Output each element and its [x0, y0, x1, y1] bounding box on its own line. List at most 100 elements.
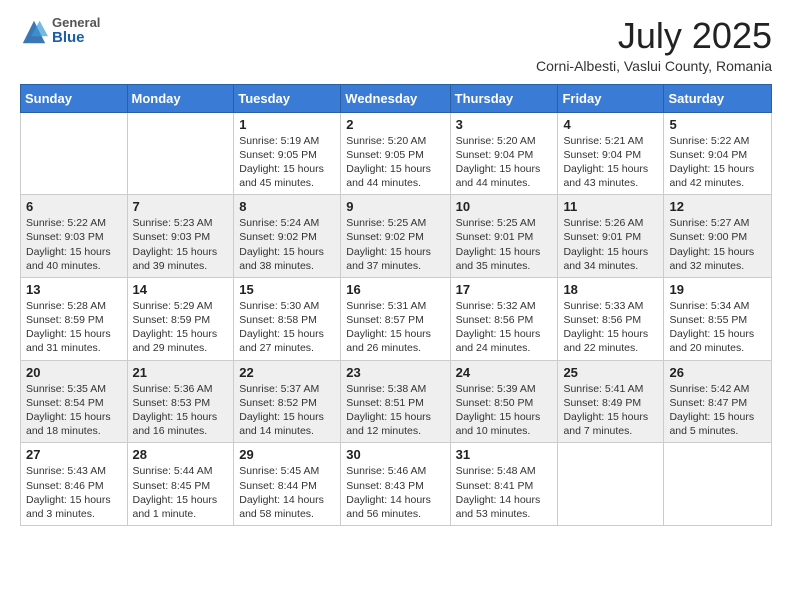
calendar-week-row: 27 Sunrise: 5:43 AM Sunset: 8:46 PM Dayli…	[21, 443, 772, 526]
day-number: 20	[26, 365, 122, 380]
cell-details: Sunrise: 5:28 AM Sunset: 8:59 PM Dayligh…	[26, 299, 122, 356]
cell-details: Sunrise: 5:23 AM Sunset: 9:03 PM Dayligh…	[133, 216, 229, 273]
day-number: 25	[563, 365, 658, 380]
cell-details: Sunrise: 5:41 AM Sunset: 8:49 PM Dayligh…	[563, 382, 658, 439]
calendar-cell: 15 Sunrise: 5:30 AM Sunset: 8:58 PM Dayli…	[234, 277, 341, 360]
calendar-cell: 14 Sunrise: 5:29 AM Sunset: 8:59 PM Dayli…	[127, 277, 234, 360]
day-number: 23	[346, 365, 444, 380]
cell-details: Sunrise: 5:31 AM Sunset: 8:57 PM Dayligh…	[346, 299, 444, 356]
calendar-cell: 19Sunrise: 5:34 AM Sunset: 8:55 PM Dayli…	[664, 277, 772, 360]
calendar-cell: 25 Sunrise: 5:41 AM Sunset: 8:49 PM Dayli…	[558, 360, 664, 443]
cell-details: Sunrise: 5:33 AM Sunset: 8:56 PM Dayligh…	[563, 299, 658, 356]
cell-details: Sunrise: 5:34 AM Sunset: 8:55 PM Dayligh…	[669, 299, 766, 356]
calendar-cell: 21Sunrise: 5:36 AM Sunset: 8:53 PM Dayli…	[127, 360, 234, 443]
calendar-cell: 20 Sunrise: 5:35 AM Sunset: 8:54 PM Dayli…	[21, 360, 128, 443]
cell-details: Sunrise: 5:25 AM Sunset: 9:02 PM Dayligh…	[346, 216, 444, 273]
day-number: 17	[456, 282, 553, 297]
calendar-cell: 4 Sunrise: 5:21 AM Sunset: 9:04 PM Daylig…	[558, 112, 664, 195]
cell-details: Sunrise: 5:22 AM Sunset: 9:03 PM Dayligh…	[26, 216, 122, 273]
cell-details: Sunrise: 5:25 AM Sunset: 9:01 PM Dayligh…	[456, 216, 553, 273]
cell-details: Sunrise: 5:21 AM Sunset: 9:04 PM Dayligh…	[563, 134, 658, 191]
cell-details: Sunrise: 5:45 AM Sunset: 8:44 PM Dayligh…	[239, 464, 335, 521]
cell-details: Sunrise: 5:46 AM Sunset: 8:43 PM Dayligh…	[346, 464, 444, 521]
cell-details: Sunrise: 5:20 AM Sunset: 9:05 PM Dayligh…	[346, 134, 444, 191]
day-number: 14	[133, 282, 229, 297]
col-wednesday: Wednesday	[341, 84, 450, 112]
calendar-cell: 18 Sunrise: 5:33 AM Sunset: 8:56 PM Dayli…	[558, 277, 664, 360]
calendar-week-row: 13 Sunrise: 5:28 AM Sunset: 8:59 PM Dayli…	[21, 277, 772, 360]
calendar-cell: 13 Sunrise: 5:28 AM Sunset: 8:59 PM Dayli…	[21, 277, 128, 360]
col-sunday: Sunday	[21, 84, 128, 112]
cell-details: Sunrise: 5:38 AM Sunset: 8:51 PM Dayligh…	[346, 382, 444, 439]
day-number: 29	[239, 447, 335, 462]
calendar-cell	[664, 443, 772, 526]
header: General Blue July 2025 Corni-Albesti, Va…	[20, 16, 772, 74]
day-number: 18	[563, 282, 658, 297]
day-number: 26	[669, 365, 766, 380]
day-number: 3	[456, 117, 553, 132]
cell-details: Sunrise: 5:24 AM Sunset: 9:02 PM Dayligh…	[239, 216, 335, 273]
day-number: 2	[346, 117, 444, 132]
calendar-cell: 7 Sunrise: 5:23 AM Sunset: 9:03 PM Daylig…	[127, 195, 234, 278]
day-number: 1	[239, 117, 335, 132]
calendar-week-row: 20 Sunrise: 5:35 AM Sunset: 8:54 PM Dayli…	[21, 360, 772, 443]
day-number: 24	[456, 365, 553, 380]
calendar-cell: 23 Sunrise: 5:38 AM Sunset: 8:51 PM Dayli…	[341, 360, 450, 443]
col-saturday: Saturday	[664, 84, 772, 112]
col-tuesday: Tuesday	[234, 84, 341, 112]
day-number: 31	[456, 447, 553, 462]
col-friday: Friday	[558, 84, 664, 112]
calendar-cell: 17 Sunrise: 5:32 AM Sunset: 8:56 PM Dayli…	[450, 277, 558, 360]
cell-details: Sunrise: 5:22 AM Sunset: 9:04 PM Dayligh…	[669, 134, 766, 191]
cell-details: Sunrise: 5:35 AM Sunset: 8:54 PM Dayligh…	[26, 382, 122, 439]
calendar-cell: 10 Sunrise: 5:25 AM Sunset: 9:01 PM Dayli…	[450, 195, 558, 278]
day-number: 15	[239, 282, 335, 297]
calendar-cell: 2 Sunrise: 5:20 AM Sunset: 9:05 PM Daylig…	[341, 112, 450, 195]
calendar-cell: 27 Sunrise: 5:43 AM Sunset: 8:46 PM Dayli…	[21, 443, 128, 526]
calendar-header-row: Sunday Monday Tuesday Wednesday Thursday…	[21, 84, 772, 112]
cell-details: Sunrise: 5:32 AM Sunset: 8:56 PM Dayligh…	[456, 299, 553, 356]
calendar-cell	[127, 112, 234, 195]
calendar-cell: 3Sunrise: 5:20 AM Sunset: 9:04 PM Daylig…	[450, 112, 558, 195]
logo-blue-text: Blue	[52, 30, 100, 47]
cell-details: Sunrise: 5:19 AM Sunset: 9:05 PM Dayligh…	[239, 134, 335, 191]
cell-details: Sunrise: 5:30 AM Sunset: 8:58 PM Dayligh…	[239, 299, 335, 356]
day-number: 22	[239, 365, 335, 380]
page: General Blue July 2025 Corni-Albesti, Va…	[0, 0, 792, 612]
calendar-cell: 29 Sunrise: 5:45 AM Sunset: 8:44 PM Dayli…	[234, 443, 341, 526]
day-number: 28	[133, 447, 229, 462]
cell-details: Sunrise: 5:48 AM Sunset: 8:41 PM Dayligh…	[456, 464, 553, 521]
day-number: 8	[239, 199, 335, 214]
cell-details: Sunrise: 5:36 AM Sunset: 8:53 PM Dayligh…	[133, 382, 229, 439]
calendar-cell: 30Sunrise: 5:46 AM Sunset: 8:43 PM Dayli…	[341, 443, 450, 526]
day-number: 7	[133, 199, 229, 214]
day-number: 10	[456, 199, 553, 214]
cell-details: Sunrise: 5:43 AM Sunset: 8:46 PM Dayligh…	[26, 464, 122, 521]
calendar-week-row: 6Sunrise: 5:22 AM Sunset: 9:03 PM Daylig…	[21, 195, 772, 278]
calendar-cell: 8 Sunrise: 5:24 AM Sunset: 9:02 PM Daylig…	[234, 195, 341, 278]
calendar-cell: 31 Sunrise: 5:48 AM Sunset: 8:41 PM Dayli…	[450, 443, 558, 526]
day-number: 5	[669, 117, 766, 132]
cell-details: Sunrise: 5:39 AM Sunset: 8:50 PM Dayligh…	[456, 382, 553, 439]
day-number: 27	[26, 447, 122, 462]
cell-details: Sunrise: 5:29 AM Sunset: 8:59 PM Dayligh…	[133, 299, 229, 356]
calendar-cell	[21, 112, 128, 195]
calendar-cell: 6Sunrise: 5:22 AM Sunset: 9:03 PM Daylig…	[21, 195, 128, 278]
calendar-cell: 22 Sunrise: 5:37 AM Sunset: 8:52 PM Dayli…	[234, 360, 341, 443]
cell-details: Sunrise: 5:37 AM Sunset: 8:52 PM Dayligh…	[239, 382, 335, 439]
cell-details: Sunrise: 5:44 AM Sunset: 8:45 PM Dayligh…	[133, 464, 229, 521]
calendar-cell: 16 Sunrise: 5:31 AM Sunset: 8:57 PM Dayli…	[341, 277, 450, 360]
day-number: 9	[346, 199, 444, 214]
title-block: July 2025 Corni-Albesti, Vaslui County, …	[536, 16, 772, 74]
logo: General Blue	[20, 16, 100, 47]
day-number: 13	[26, 282, 122, 297]
col-thursday: Thursday	[450, 84, 558, 112]
location: Corni-Albesti, Vaslui County, Romania	[536, 58, 772, 74]
col-monday: Monday	[127, 84, 234, 112]
calendar-cell: 12Sunrise: 5:27 AM Sunset: 9:00 PM Dayli…	[664, 195, 772, 278]
day-number: 4	[563, 117, 658, 132]
calendar-cell: 9 Sunrise: 5:25 AM Sunset: 9:02 PM Daylig…	[341, 195, 450, 278]
month-title: July 2025	[536, 16, 772, 56]
calendar-cell: 26Sunrise: 5:42 AM Sunset: 8:47 PM Dayli…	[664, 360, 772, 443]
day-number: 16	[346, 282, 444, 297]
